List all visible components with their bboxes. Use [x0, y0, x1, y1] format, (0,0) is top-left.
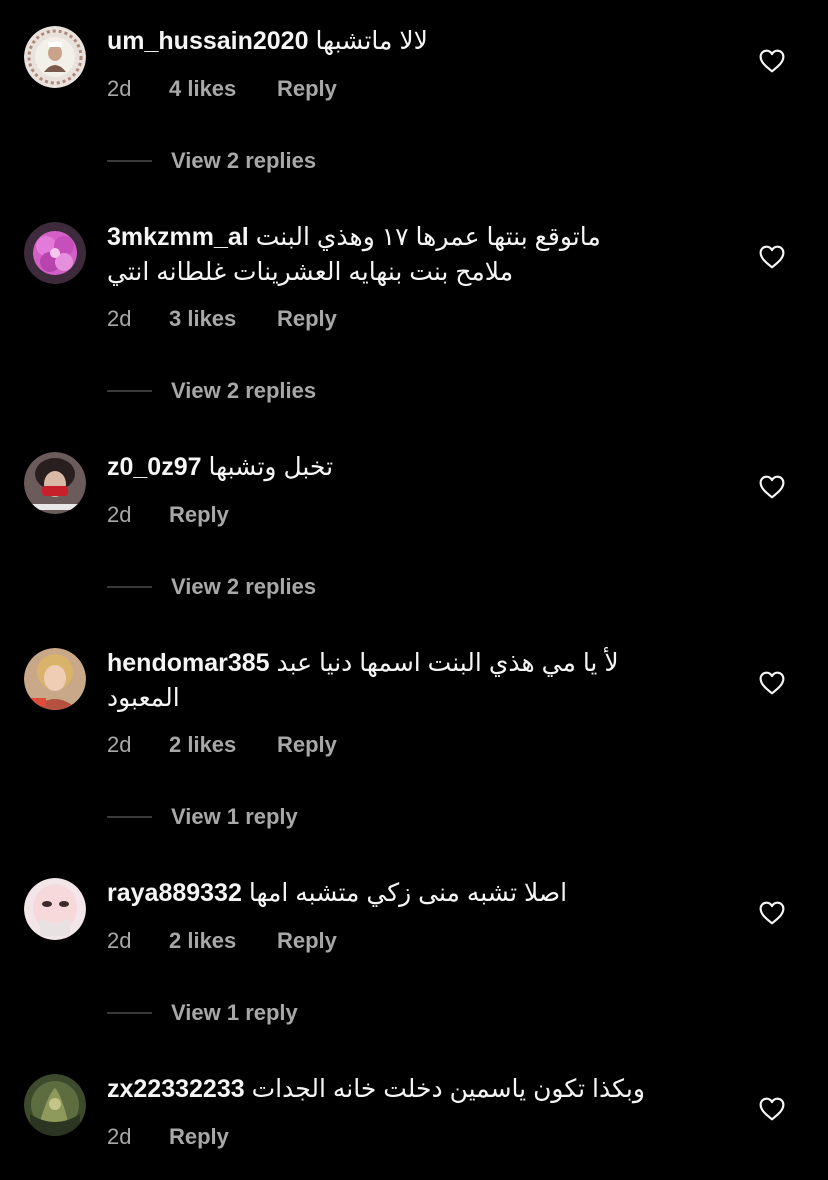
comment-text: ملامح بنت بنهايه العشرينات غلطانه انتي [107, 258, 514, 286]
comment-meta: 2d 2 likes Reply [107, 927, 337, 955]
comment-time: 2d [107, 76, 132, 101]
view-replies-button[interactable]: View 1 reply [107, 802, 298, 832]
comment-meta: 2d 4 likes Reply [107, 75, 337, 103]
comment-time: 2d [107, 502, 132, 527]
comment-likes[interactable]: 4 likes [169, 75, 277, 103]
comment-username[interactable]: 3mkzmm_al [107, 223, 249, 251]
avatar[interactable] [24, 878, 86, 940]
reply-button[interactable]: Reply [277, 305, 337, 333]
heart-icon[interactable] [759, 245, 785, 269]
comment-text: ماتوقع بنتها عمرها ١٧ وهذي البنت [255, 223, 601, 251]
reply-button[interactable]: Reply [277, 731, 337, 759]
avatar[interactable] [24, 452, 86, 514]
comment-time: 2d [107, 732, 132, 757]
comment-text: لأ يا مي هذي البنت اسمها دنيا عبد [276, 649, 619, 677]
comment-text: وبكذا تكون ياسمين دخلت خانه الجدات [251, 1075, 645, 1103]
comment-username[interactable]: um_hussain2020 [107, 27, 309, 55]
view-replies-button[interactable]: View 2 replies [107, 572, 316, 602]
comment-time: 2d [107, 928, 132, 953]
avatar[interactable] [24, 222, 86, 284]
comment-text: اصلا تشبه منى زكي متشبه امها [248, 879, 568, 907]
view-replies-label: View 2 replies [171, 378, 317, 403]
avatar[interactable] [24, 648, 86, 710]
reply-button[interactable]: Reply [277, 75, 337, 103]
view-replies-button[interactable]: View 2 replies [107, 376, 316, 406]
heart-icon[interactable] [759, 671, 785, 695]
avatar[interactable] [24, 1074, 86, 1136]
heart-icon[interactable] [759, 1097, 785, 1121]
view-replies-button[interactable]: View 2 replies [107, 146, 316, 176]
comment-username[interactable]: raya889332 [107, 879, 242, 907]
comment-text: لالا ماتشبها [315, 27, 428, 55]
comment-meta: 2d Reply [107, 501, 229, 529]
comment-text: المعبود [107, 684, 180, 712]
reply-button[interactable]: Reply [169, 1123, 229, 1151]
replies-divider [107, 816, 152, 818]
comment-username[interactable]: hendomar385 [107, 649, 270, 677]
view-replies-label: View 2 replies [171, 574, 317, 599]
comment-meta: 2d Reply [107, 1123, 229, 1151]
heart-icon[interactable] [759, 49, 785, 73]
reply-button[interactable]: Reply [169, 501, 229, 529]
heart-icon[interactable] [759, 475, 785, 499]
comment-meta: 2d 2 likes Reply [107, 731, 337, 759]
comment-username[interactable]: z0_0z97 [107, 453, 202, 481]
comment-likes[interactable]: 3 likes [169, 305, 277, 333]
comment-time: 2d [107, 1124, 132, 1149]
avatar[interactable] [24, 26, 86, 88]
replies-divider [107, 586, 152, 588]
comment-time: 2d [107, 306, 132, 331]
comment-likes[interactable]: 2 likes [169, 731, 277, 759]
reply-button[interactable]: Reply [277, 927, 337, 955]
view-replies-label: View 1 reply [171, 804, 298, 829]
replies-divider [107, 1012, 152, 1014]
replies-divider [107, 160, 152, 162]
heart-icon[interactable] [759, 901, 785, 925]
view-replies-label: View 2 replies [171, 148, 317, 173]
comment-username[interactable]: zx22332233 [107, 1075, 245, 1103]
view-replies-label: View 1 reply [171, 1000, 298, 1025]
replies-divider [107, 390, 152, 392]
comment-meta: 2d 3 likes Reply [107, 305, 337, 333]
comment-text: تخبل وتشبها [208, 453, 334, 481]
view-replies-button[interactable]: View 1 reply [107, 998, 298, 1028]
comment-likes[interactable]: 2 likes [169, 927, 277, 955]
